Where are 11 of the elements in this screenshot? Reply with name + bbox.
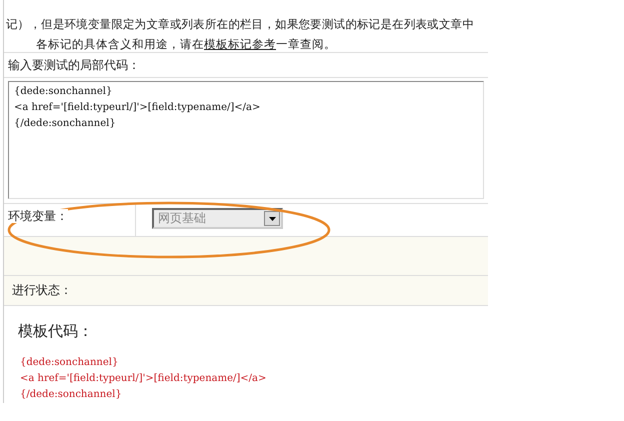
template-code-title: 模板代码： (18, 322, 94, 341)
code-line: {/dede:sonchannel} (20, 388, 123, 402)
code-input-field[interactable]: {dede:sonchannel} <a href='[field:typeurl/]'>[field:typename/]</a> {/dede:sonchannel} (8, 81, 484, 199)
environment-label: 环境变量： (8, 209, 68, 223)
code-line: <a href='[field:typeurl/]'>[field:typename/]</a> (20, 372, 268, 386)
status-label: 进行状态： (12, 282, 72, 299)
code-line: {dede:sonchannel} (20, 356, 120, 370)
intro-text: 各标记的具体含义和用途，请在模板标记参考一章查阅。 (35, 36, 337, 53)
intro-text: 记），但是环境变量限定为文章或列表所在的栏目，如果您要测试的标记是在列表或文章中 (5, 16, 476, 33)
code-input-label: 输入要测试的局部代码： (8, 56, 140, 74)
reference-link[interactable]: 模板标记参考 (204, 37, 276, 51)
